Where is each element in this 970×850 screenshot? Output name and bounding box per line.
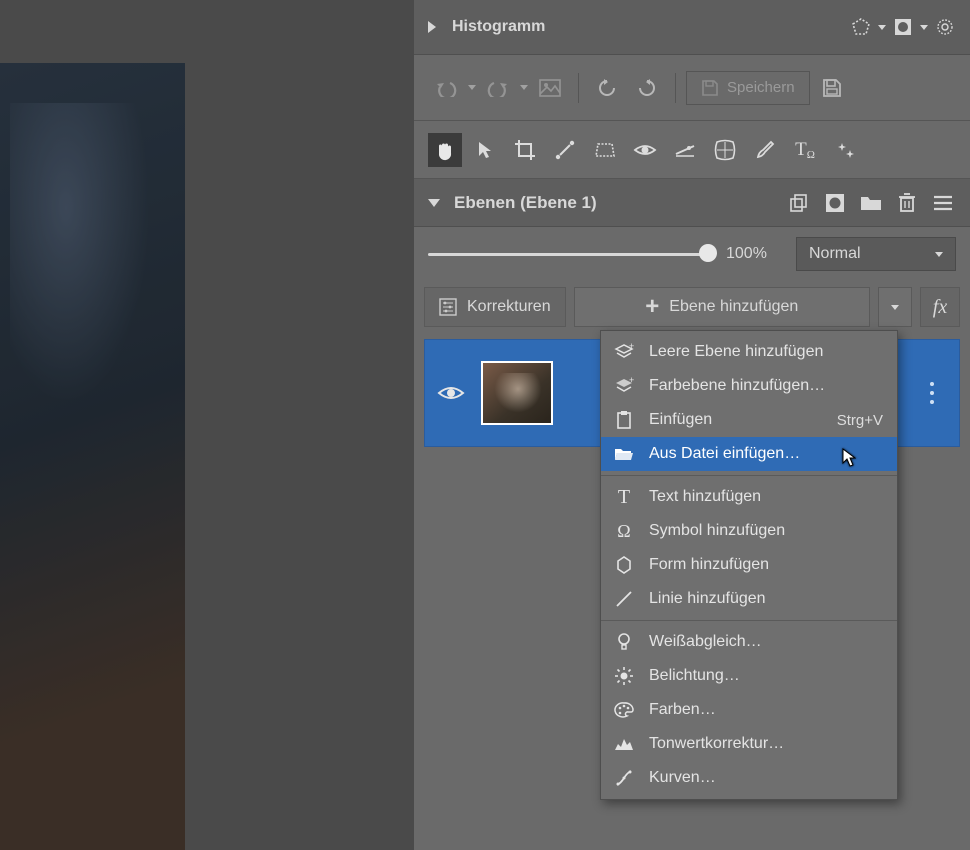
undo-button[interactable] — [428, 70, 464, 106]
save-label: Speichern — [727, 79, 795, 96]
opacity-row: 100% Normal — [414, 227, 970, 281]
folder-icon[interactable] — [858, 190, 884, 216]
corrections-button[interactable]: Korrekturen — [424, 287, 566, 327]
folder-open-icon — [613, 443, 635, 465]
layers-panel-header[interactable]: Ebenen (Ebene 1) — [414, 179, 970, 227]
menu-item-add-symbol[interactable]: Ω Symbol hinzufügen — [601, 514, 897, 548]
menu-item-colors[interactable]: Farben… — [601, 693, 897, 727]
duplicate-icon[interactable] — [786, 190, 812, 216]
line-tool-icon[interactable] — [548, 133, 582, 167]
warp-tool[interactable] — [708, 133, 742, 167]
text-tool[interactable]: TΩ — [788, 133, 822, 167]
svg-text:+: + — [629, 342, 634, 351]
svg-text:+: + — [629, 376, 634, 385]
edit-tool-toolbar: TΩ — [414, 121, 970, 179]
add-layer-menu: + Leere Ebene hinzufügen + Farbebene hin… — [600, 330, 898, 800]
bulb-icon — [613, 631, 635, 653]
mouse-cursor — [842, 448, 858, 468]
chevron-down-icon[interactable] — [878, 25, 886, 30]
menu-item-empty-layer[interactable]: + Leere Ebene hinzufügen — [601, 335, 897, 369]
blend-mode-select[interactable]: Normal — [796, 237, 956, 271]
save-as-button[interactable] — [814, 70, 850, 106]
redeye-tool[interactable] — [628, 133, 662, 167]
menu-item-color-layer[interactable]: + Farbebene hinzufügen… — [601, 369, 897, 403]
chevron-down-icon — [891, 305, 899, 310]
layers-title: Ebenen (Ebene 1) — [454, 193, 597, 213]
palette-icon — [613, 699, 635, 721]
fx-button[interactable]: fx — [920, 287, 960, 327]
histogram-panel-header[interactable]: Histogramm — [414, 0, 970, 55]
collapse-icon — [428, 199, 440, 207]
gear-icon[interactable] — [934, 16, 956, 38]
canvas-image[interactable] — [0, 63, 185, 850]
expand-icon — [428, 21, 436, 33]
text-icon: T — [613, 486, 635, 508]
clipboard-icon — [613, 409, 635, 431]
shape-icon — [613, 554, 635, 576]
curve-icon — [613, 767, 635, 789]
menu-item-levels[interactable]: Tonwertkorrektur… — [601, 727, 897, 761]
corrections-label: Korrekturen — [467, 298, 551, 316]
menu-item-white-balance[interactable]: Weißabgleich… — [601, 625, 897, 659]
chevron-down-icon[interactable] — [520, 85, 528, 90]
perspective-tool[interactable] — [588, 133, 622, 167]
crop-tool[interactable] — [508, 133, 542, 167]
chevron-down-icon — [935, 252, 943, 257]
rotate-right-button[interactable] — [629, 70, 665, 106]
fx-label: fx — [933, 296, 947, 319]
trash-icon[interactable] — [894, 190, 920, 216]
add-layer-label: Ebene hinzufügen — [669, 298, 798, 316]
menu-item-paste[interactable]: Einfügen Strg+V — [601, 403, 897, 437]
chevron-down-icon[interactable] — [468, 85, 476, 90]
visibility-icon[interactable] — [437, 383, 465, 403]
pointer-tool[interactable] — [468, 133, 502, 167]
layer-thumbnail[interactable] — [481, 361, 553, 425]
chevron-down-icon[interactable] — [920, 25, 928, 30]
menu-item-add-text[interactable]: T Text hinzufügen — [601, 480, 897, 514]
blend-mode-value: Normal — [809, 245, 861, 263]
mask-icon[interactable] — [822, 190, 848, 216]
menu-item-curves[interactable]: Kurven… — [601, 761, 897, 795]
add-layer-button[interactable]: + Ebene hinzufügen — [574, 287, 870, 327]
histogram-title: Histogramm — [452, 18, 545, 36]
opacity-slider[interactable] — [428, 244, 708, 264]
pentagon-icon[interactable] — [850, 16, 872, 38]
hand-tool[interactable] — [428, 133, 462, 167]
sun-icon — [613, 665, 635, 687]
add-layer-dropdown[interactable] — [878, 287, 912, 327]
menu-item-exposure[interactable]: Belichtung… — [601, 659, 897, 693]
menu-item-add-line[interactable]: Linie hinzufügen — [601, 582, 897, 616]
histogram-icon — [613, 733, 635, 755]
image-icon[interactable] — [532, 70, 568, 106]
opacity-value: 100% — [726, 245, 778, 263]
menu-item-add-shape[interactable]: Form hinzufügen — [601, 548, 897, 582]
history-toolbar: Speichern — [414, 55, 970, 121]
brush-tool[interactable] — [748, 133, 782, 167]
line-icon — [613, 588, 635, 610]
canvas-area — [0, 0, 414, 850]
level-tool[interactable] — [668, 133, 702, 167]
sparkle-tool[interactable] — [828, 133, 862, 167]
omega-icon: Ω — [613, 520, 635, 542]
redo-button[interactable] — [480, 70, 516, 106]
layers-fill-icon: + — [613, 375, 635, 397]
mask-square-icon[interactable] — [892, 16, 914, 38]
save-button[interactable]: Speichern — [686, 71, 810, 105]
layers-plus-icon: + — [613, 341, 635, 363]
menu-icon[interactable] — [930, 190, 956, 216]
rotate-left-button[interactable] — [589, 70, 625, 106]
layer-more-button[interactable] — [915, 340, 949, 446]
